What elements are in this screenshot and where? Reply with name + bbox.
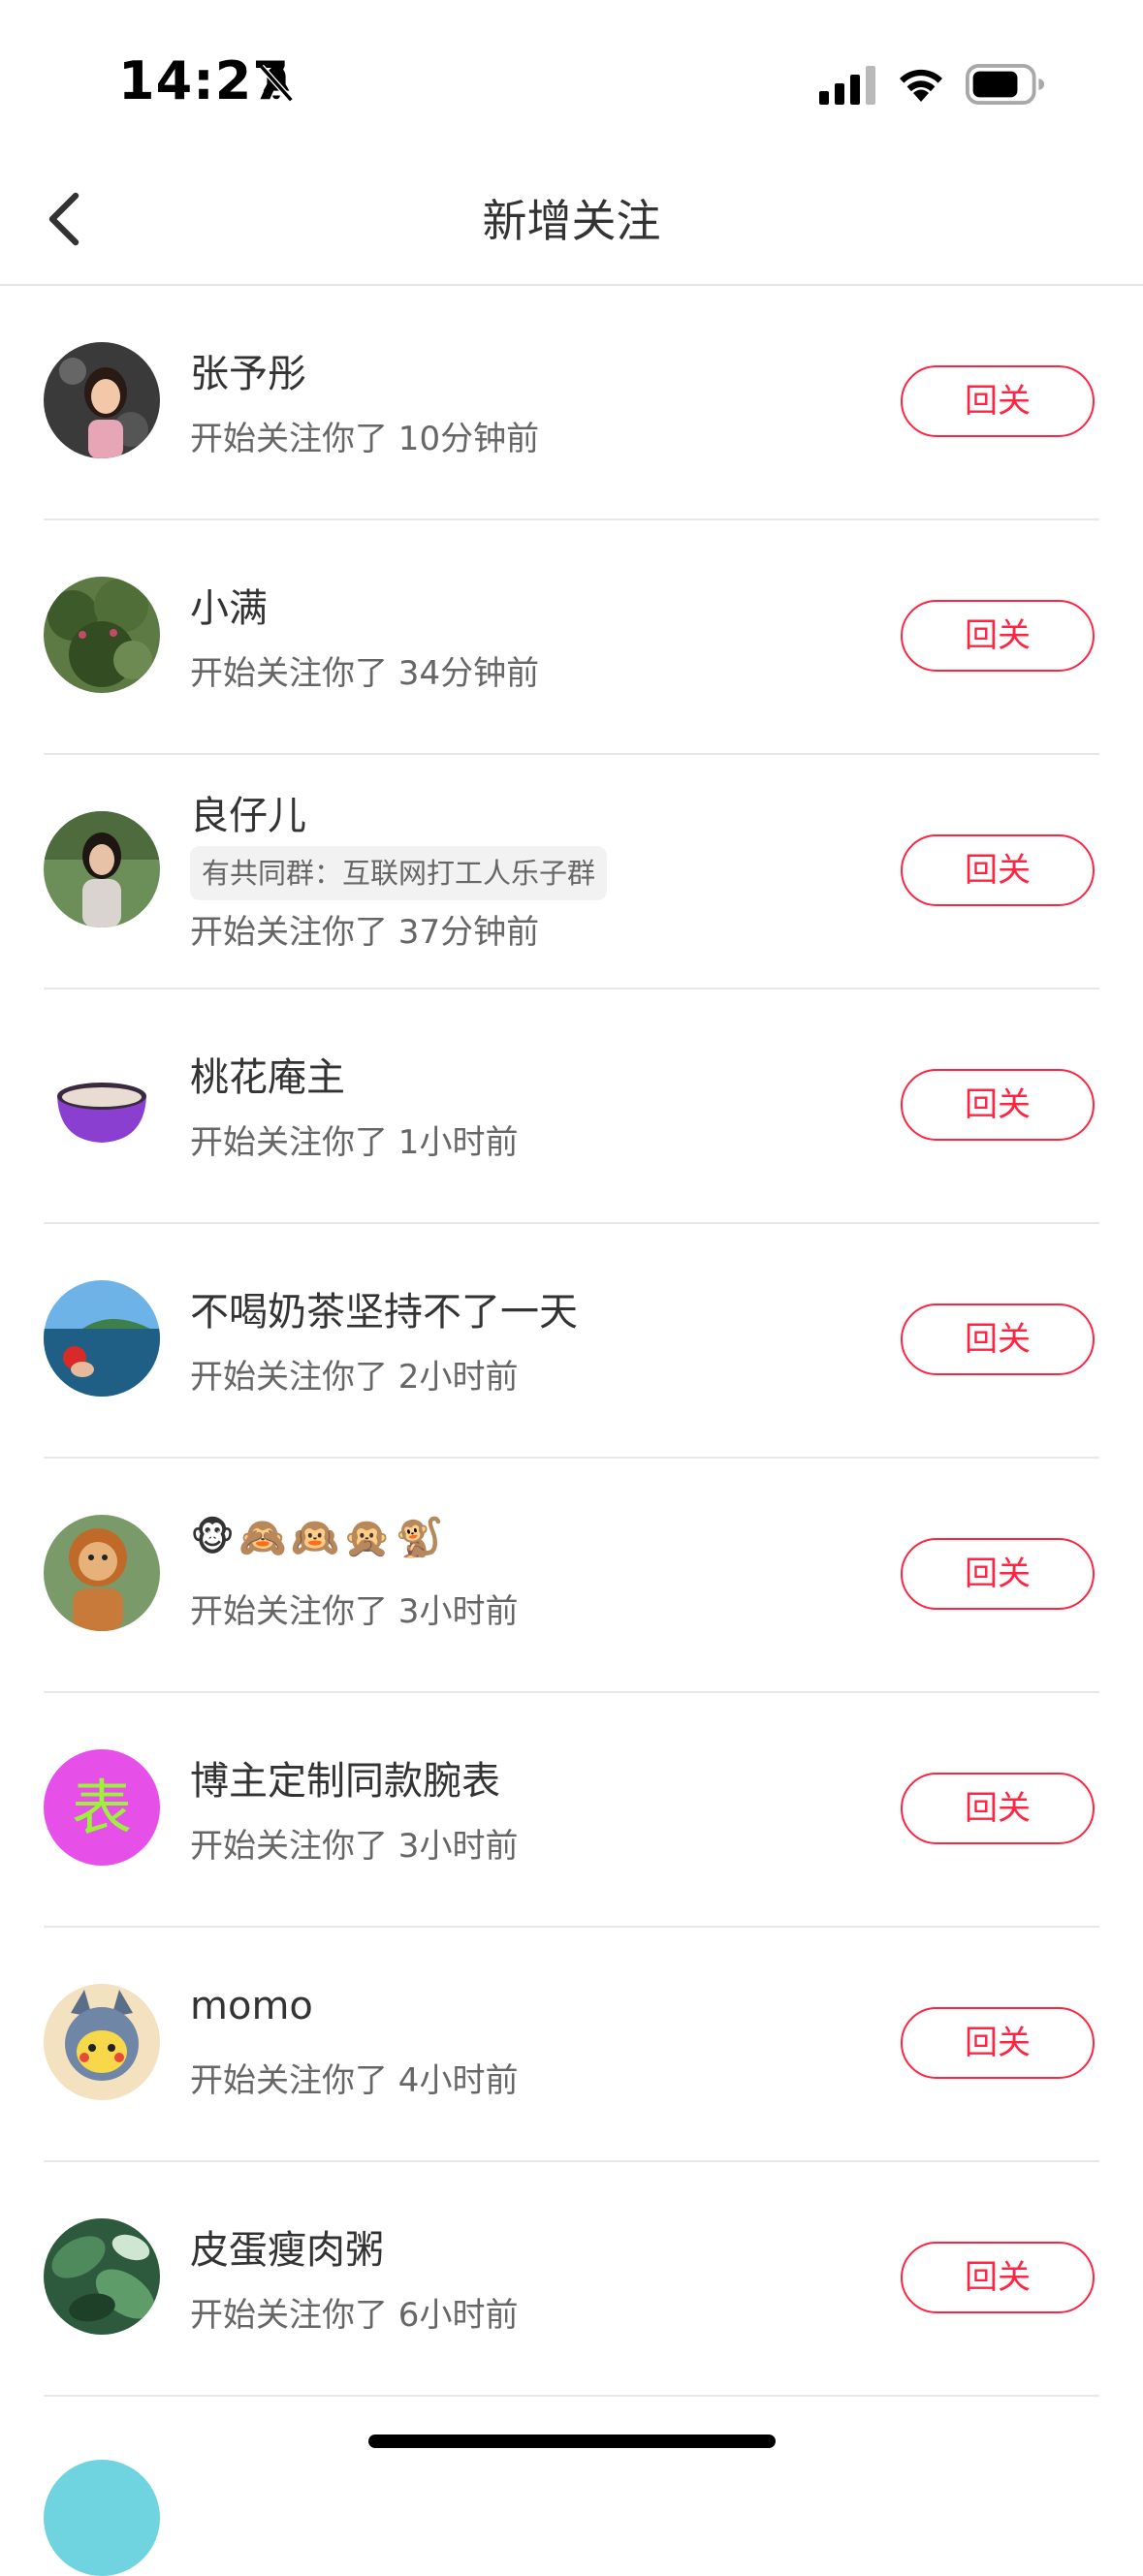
avatar[interactable] <box>44 811 160 927</box>
avatar[interactable] <box>44 1046 160 1162</box>
list-item[interactable]: 🐵🙈🙉🙊🐒 开始关注你了 3小时前 回关 <box>0 1459 1143 1693</box>
follow-time: 开始关注你了 2小时前 <box>190 1358 519 1397</box>
avatar[interactable] <box>44 2460 160 2576</box>
follow-back-button[interactable]: 回关 <box>901 365 1095 437</box>
list-item[interactable]: 桃花庵主 开始关注你了 1小时前 回关 <box>0 990 1143 1224</box>
follow-time: 开始关注你了 4小时前 <box>190 2061 519 2100</box>
follow-time: 开始关注你了 1小时前 <box>190 1123 519 1162</box>
follow-time: 开始关注你了 34分钟前 <box>190 654 540 693</box>
nav-bar: 新增关注 <box>0 145 1143 286</box>
avatar[interactable] <box>44 342 160 458</box>
wifi-icon <box>900 69 942 102</box>
divider <box>44 2395 1099 2397</box>
user-name: 不喝奶茶坚持不了一天 <box>190 1290 578 1335</box>
cellular-signal-icon <box>819 66 875 105</box>
follow-back-button[interactable]: 回关 <box>901 2242 1095 2313</box>
list-item[interactable]: 小满 开始关注你了 34分钟前 回关 <box>0 520 1143 755</box>
avatar[interactable] <box>44 1515 160 1631</box>
user-name: 张予彤 <box>190 352 306 396</box>
follow-back-button[interactable]: 回关 <box>901 2007 1095 2079</box>
avatar[interactable] <box>44 1984 160 2100</box>
user-name: 皮蛋瘦肉粥 <box>190 2228 384 2273</box>
home-indicator[interactable] <box>368 2435 776 2448</box>
list-item[interactable]: 良仔儿 有共同群：互联网打工人乐子群 开始关注你了 37分钟前 回关 <box>0 755 1143 990</box>
user-name: momo <box>190 1984 313 2028</box>
page-title: 新增关注 <box>482 195 661 247</box>
avatar[interactable] <box>44 2218 160 2335</box>
battery-icon <box>966 64 1045 105</box>
new-followers-list: 张予彤 开始关注你了 10分钟前 回关 小满 开始关注你了 34分钟前 回关 良… <box>0 286 1143 2397</box>
list-item[interactable]: 不喝奶茶坚持不了一天 开始关注你了 2小时前 回关 <box>0 1224 1143 1459</box>
user-name: 🐵🙈🙉🙊🐒 <box>190 1516 448 1560</box>
avatar[interactable]: 表 <box>44 1749 160 1866</box>
follow-back-button[interactable]: 回关 <box>901 1069 1095 1141</box>
bell-slash-icon <box>259 64 294 103</box>
list-item[interactable]: 张予彤 开始关注你了 10分钟前 回关 <box>0 286 1143 520</box>
list-item[interactable]: momo 开始关注你了 4小时前 回关 <box>0 1928 1143 2162</box>
user-name: 桃花庵主 <box>190 1055 345 1100</box>
follow-back-button[interactable]: 回关 <box>901 1538 1095 1610</box>
follow-back-button[interactable]: 回关 <box>901 1304 1095 1375</box>
follow-back-button[interactable]: 回关 <box>901 1773 1095 1844</box>
follow-time: 开始关注你了 10分钟前 <box>190 420 540 458</box>
mutual-group-tag: 有共同群：互联网打工人乐子群 <box>190 846 608 900</box>
avatar-text: 表 <box>72 1773 132 1843</box>
follow-time: 开始关注你了 6小时前 <box>190 2296 519 2335</box>
follow-back-button[interactable]: 回关 <box>901 600 1095 672</box>
user-name: 博主定制同款腕表 <box>190 1759 500 1804</box>
follow-back-button[interactable]: 回关 <box>901 834 1095 906</box>
follow-time: 开始关注你了 3小时前 <box>190 1827 519 1866</box>
avatar[interactable] <box>44 577 160 693</box>
avatar[interactable] <box>44 1280 160 1397</box>
user-name: 小满 <box>190 586 268 631</box>
status-bar: 14:27 <box>0 0 1143 145</box>
user-name: 良仔儿 <box>190 794 306 838</box>
follow-time: 开始关注你了 37分钟前 <box>190 913 540 952</box>
list-item[interactable]: 皮蛋瘦肉粥 开始关注你了 6小时前 回关 <box>0 2162 1143 2397</box>
list-item[interactable]: 表 博主定制同款腕表 开始关注你了 3小时前 回关 <box>0 1693 1143 1928</box>
follow-time: 开始关注你了 3小时前 <box>190 1592 519 1631</box>
